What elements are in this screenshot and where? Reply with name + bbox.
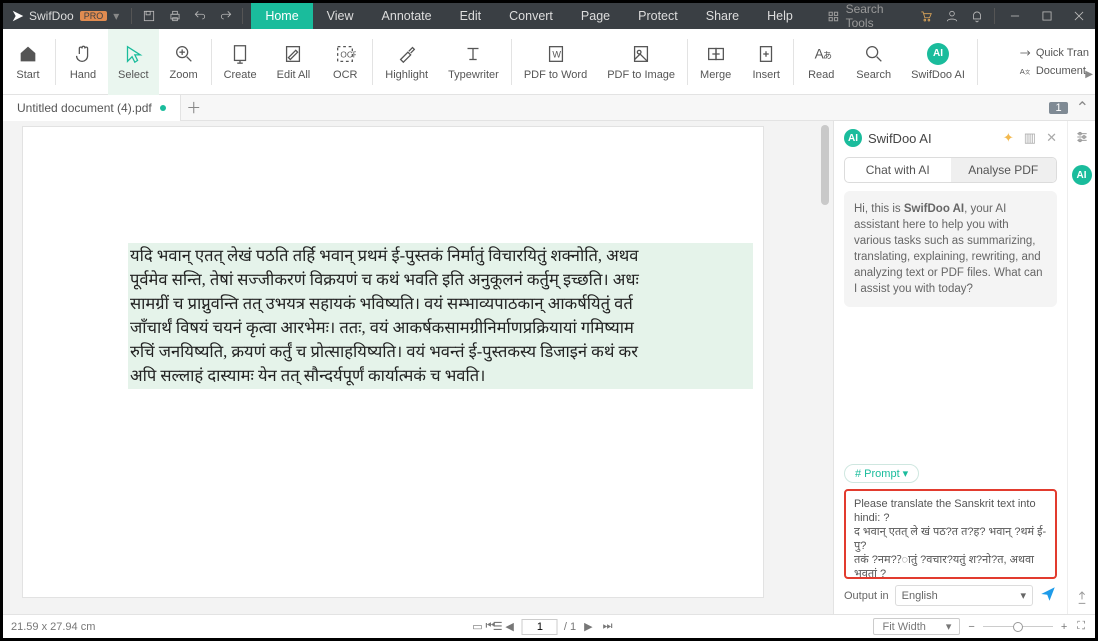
next-page-icon[interactable]: ▶ bbox=[582, 620, 594, 633]
minimize-icon[interactable] bbox=[999, 3, 1031, 29]
status-bar: 21.59 x 27.94 cm ⏮ ◀ / 1 ▶ ⏭ ▭ ☰ Fit Wid… bbox=[3, 614, 1095, 638]
settings-icon[interactable] bbox=[1074, 129, 1090, 145]
redo-icon[interactable] bbox=[213, 3, 239, 29]
page-number-input[interactable] bbox=[522, 619, 558, 635]
ribbon-insert[interactable]: Insert bbox=[741, 29, 791, 95]
ribbon-start[interactable]: Start bbox=[3, 29, 53, 95]
add-tab-button[interactable]: ＋ bbox=[181, 97, 207, 118]
ai-history-icon[interactable]: ▥ bbox=[1024, 130, 1036, 146]
vertical-scrollbar[interactable] bbox=[819, 121, 833, 614]
bell-icon[interactable] bbox=[964, 3, 990, 29]
ribbon-document-translate[interactable]: A文Document bbox=[1018, 64, 1089, 78]
menu-view[interactable]: View bbox=[313, 3, 368, 29]
close-icon[interactable] bbox=[1063, 3, 1095, 29]
ai-greeting: Hi, this is SwifDoo AI, your AI assistan… bbox=[844, 191, 1057, 307]
ai-tab-analyse[interactable]: Analyse PDF bbox=[951, 158, 1057, 182]
ribbon-pdf-to-word[interactable]: WPDF to Word bbox=[514, 29, 597, 95]
selected-text[interactable]: यदि भवान् एतत् लेखं पठति तर्हि भवान् प्र… bbox=[128, 243, 753, 389]
page-total: / 1 bbox=[564, 621, 576, 633]
ai-title: SwifDoo AI bbox=[868, 131, 932, 146]
ribbon-editall[interactable]: Edit All bbox=[267, 29, 321, 95]
output-label: Output in bbox=[844, 590, 889, 602]
ai-sidebar: AI bbox=[1067, 121, 1095, 614]
zoom-out-icon[interactable]: − bbox=[966, 621, 976, 633]
document-tab[interactable]: Untitled document (4).pdf bbox=[3, 95, 181, 121]
ribbon-read[interactable]: AあRead bbox=[796, 29, 846, 95]
zoom-in-icon[interactable]: + bbox=[1059, 621, 1069, 633]
menu-edit[interactable]: Edit bbox=[446, 3, 496, 29]
fullscreen-icon[interactable]: ⛶ bbox=[1075, 620, 1087, 633]
menu-help[interactable]: Help bbox=[753, 3, 807, 29]
ribbon-ocr[interactable]: OCROCR bbox=[320, 29, 370, 95]
svg-text:W: W bbox=[552, 49, 561, 59]
ribbon-create[interactable]: Create bbox=[214, 29, 267, 95]
ribbon-merge[interactable]: Merge bbox=[690, 29, 741, 95]
page: यदि भवान् एतत् लेखं पठति तर्हि भवान् प्र… bbox=[23, 127, 763, 597]
print-icon[interactable] bbox=[162, 3, 188, 29]
title-bar: SwifDoo PRO ▾ HomeViewAnnotateEditConver… bbox=[3, 3, 1095, 29]
ribbon: Start Hand Select Zoom Create Edit All O… bbox=[3, 29, 1095, 95]
prompt-chip[interactable]: # Prompt ▾ bbox=[844, 464, 919, 483]
app-name: SwifDoo bbox=[29, 9, 74, 23]
page-count-badge: 1 bbox=[1049, 102, 1067, 114]
ai-input[interactable]: Please translate the Sanskrit text into … bbox=[844, 489, 1057, 579]
undo-icon[interactable] bbox=[187, 3, 213, 29]
ribbon-more-icon[interactable]: ▶ bbox=[1085, 69, 1093, 80]
ai-panel: AI SwifDoo AI ✦ ▥ ✕ Chat with AI Analyse… bbox=[833, 121, 1095, 614]
document-viewport[interactable]: यदि भवान् एतत् लेखं पठति तर्हि भवान् प्र… bbox=[3, 121, 819, 614]
user-icon[interactable] bbox=[939, 3, 965, 29]
svg-text:OCR: OCR bbox=[341, 50, 357, 59]
ribbon-search[interactable]: Search bbox=[846, 29, 901, 95]
ai-logo-icon: AI bbox=[844, 129, 862, 147]
zoom-slider[interactable] bbox=[983, 626, 1053, 627]
menu-home[interactable]: Home bbox=[251, 3, 312, 29]
fit-width-select[interactable]: Fit Width▾ bbox=[873, 618, 960, 635]
page-dimensions: 21.59 x 27.94 cm bbox=[11, 621, 95, 633]
ai-toggle-icon[interactable]: AI bbox=[1072, 165, 1092, 185]
svg-text:あ: あ bbox=[823, 50, 832, 60]
menu-page[interactable]: Page bbox=[567, 3, 624, 29]
svg-text:文: 文 bbox=[1025, 67, 1031, 75]
ai-spark-icon[interactable]: ✦ bbox=[1003, 130, 1014, 146]
ai-close-icon[interactable]: ✕ bbox=[1046, 130, 1057, 146]
ribbon-quick-translate[interactable]: Quick Tran bbox=[1018, 46, 1089, 60]
menu-annotate[interactable]: Annotate bbox=[368, 3, 446, 29]
ribbon-pdf-to-image[interactable]: PDF to Image bbox=[597, 29, 685, 95]
menu-protect[interactable]: Protect bbox=[624, 3, 692, 29]
menu-convert[interactable]: Convert bbox=[495, 3, 567, 29]
pin-icon[interactable] bbox=[1074, 590, 1090, 606]
ai-tab-chat[interactable]: Chat with AI bbox=[845, 158, 951, 182]
collapse-ribbon-icon[interactable]: ⌃ bbox=[1076, 98, 1089, 118]
unsaved-dot-icon bbox=[160, 105, 166, 111]
language-select[interactable]: English▾ bbox=[895, 585, 1033, 606]
cart-icon[interactable] bbox=[913, 3, 939, 29]
ribbon-select[interactable]: Select bbox=[108, 29, 159, 95]
save-icon[interactable] bbox=[136, 3, 162, 29]
app-logo: SwifDoo PRO ▾ bbox=[3, 9, 127, 23]
ribbon-hand[interactable]: Hand bbox=[58, 29, 108, 95]
prev-page-icon[interactable]: ◀ bbox=[503, 620, 515, 633]
send-button[interactable] bbox=[1039, 585, 1057, 606]
maximize-icon[interactable] bbox=[1031, 3, 1063, 29]
first-page-icon[interactable]: ⏮ bbox=[484, 620, 498, 633]
ribbon-typewriter[interactable]: Typewriter bbox=[438, 29, 509, 95]
last-page-icon[interactable]: ⏭ bbox=[601, 620, 615, 633]
ribbon-highlight[interactable]: Highlight bbox=[375, 29, 438, 95]
menu-share[interactable]: Share bbox=[692, 3, 753, 29]
tab-strip: Untitled document (4).pdf ＋ 1 ⌃ bbox=[3, 95, 1095, 121]
search-tools[interactable]: Search Tools bbox=[827, 2, 914, 30]
pro-badge: PRO bbox=[80, 11, 108, 21]
ribbon-swifdoo-ai[interactable]: AISwifDoo AI bbox=[901, 29, 975, 95]
ribbon-zoom[interactable]: Zoom bbox=[159, 29, 209, 95]
